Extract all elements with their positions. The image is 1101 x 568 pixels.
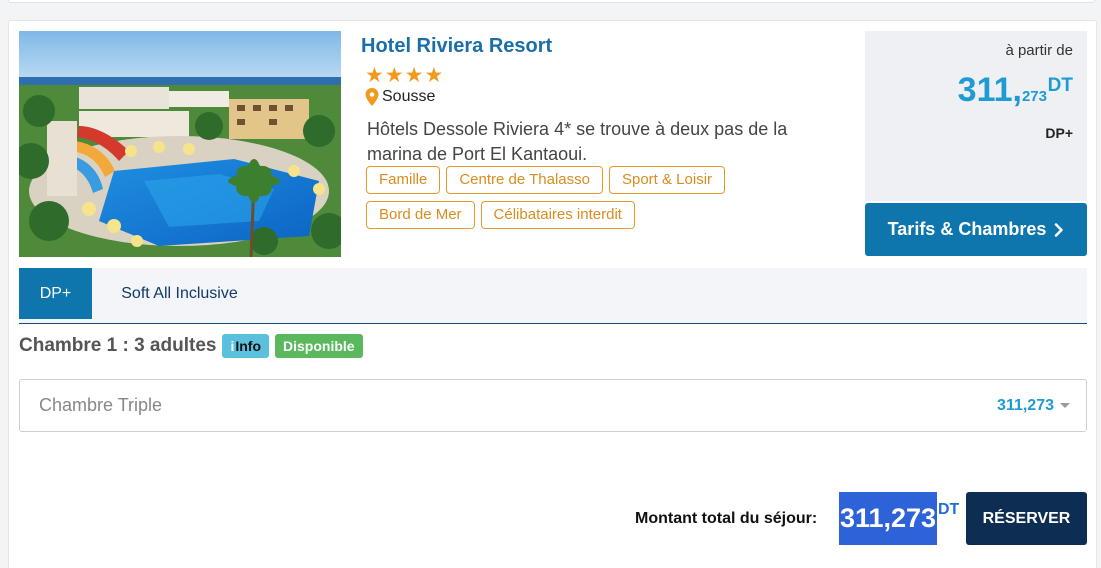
room-price-wrap: 311,273	[997, 397, 1070, 415]
total-currency: DT	[938, 501, 960, 518]
starting-price: 311,273	[958, 71, 1047, 110]
info-icon: i	[230, 338, 235, 354]
from-label: à partir de	[1005, 42, 1073, 59]
price-box: à partir de 311,273 DT DP+	[865, 31, 1087, 201]
price-currency: DT	[1047, 75, 1073, 96]
room-price: 311,273	[997, 396, 1054, 414]
caret-down-icon	[1060, 403, 1070, 408]
hotel-card: Hotel Riviera Resort ★★★★ Sousse Hôtels …	[8, 20, 1097, 568]
previous-card-edge	[8, 0, 1095, 3]
hotel-location: Sousse	[365, 88, 435, 106]
chevron-right-icon	[1055, 222, 1064, 237]
hotel-description: Hôtels Dessole Riviera 4* se trouve à de…	[367, 119, 788, 164]
room-type-select[interactable]: Chambre Triple 311,273	[19, 379, 1087, 432]
tab-soft-all-inclusive[interactable]: Soft All Inclusive	[92, 268, 267, 319]
reserve-button[interactable]: RÉSERVER	[966, 492, 1087, 545]
tag-celibataires-interdit[interactable]: Célibataires interdit	[480, 201, 635, 229]
total-amount: 311,273	[839, 492, 937, 545]
total-label: Montant total du séjour:	[635, 510, 818, 527]
tab-dp-plus[interactable]: DP+	[19, 268, 92, 319]
tag-sport-loisir[interactable]: Sport & Loisir	[608, 166, 726, 194]
room-type-value: Chambre Triple	[39, 395, 163, 415]
board-type: DP+	[1045, 125, 1073, 141]
map-pin-icon	[365, 88, 379, 106]
star-rating: ★★★★	[365, 64, 445, 87]
room-header: Chambre 1 : 3 adultes iInfo Disponible	[19, 334, 363, 358]
board-tabs: DP+ Soft All Inclusive	[19, 268, 1087, 324]
room-occupancy-label: Chambre 1 : 3 adultes	[19, 335, 217, 356]
price-decimal: 273	[1021, 88, 1047, 105]
info-button[interactable]: iInfo	[222, 334, 269, 358]
info-label: Info	[235, 338, 261, 354]
tarifs-chambres-button[interactable]: Tarifs & Chambres	[865, 203, 1087, 256]
tarifs-button-label: Tarifs & Chambres	[887, 219, 1047, 239]
price-integer: 311,	[957, 71, 1022, 109]
tag-centre-de-thalasso[interactable]: Centre de Thalasso	[446, 166, 603, 194]
location-text: Sousse	[382, 88, 436, 105]
hotel-photo[interactable]	[19, 31, 341, 257]
hotel-tags: Famille Centre de Thalasso Sport & Loisi…	[366, 166, 786, 229]
tag-famille[interactable]: Famille	[366, 166, 441, 194]
hotel-name[interactable]: Hotel Riviera Resort	[361, 35, 552, 58]
availability-badge: Disponible	[275, 334, 363, 358]
tag-bord-de-mer[interactable]: Bord de Mer	[366, 201, 475, 229]
